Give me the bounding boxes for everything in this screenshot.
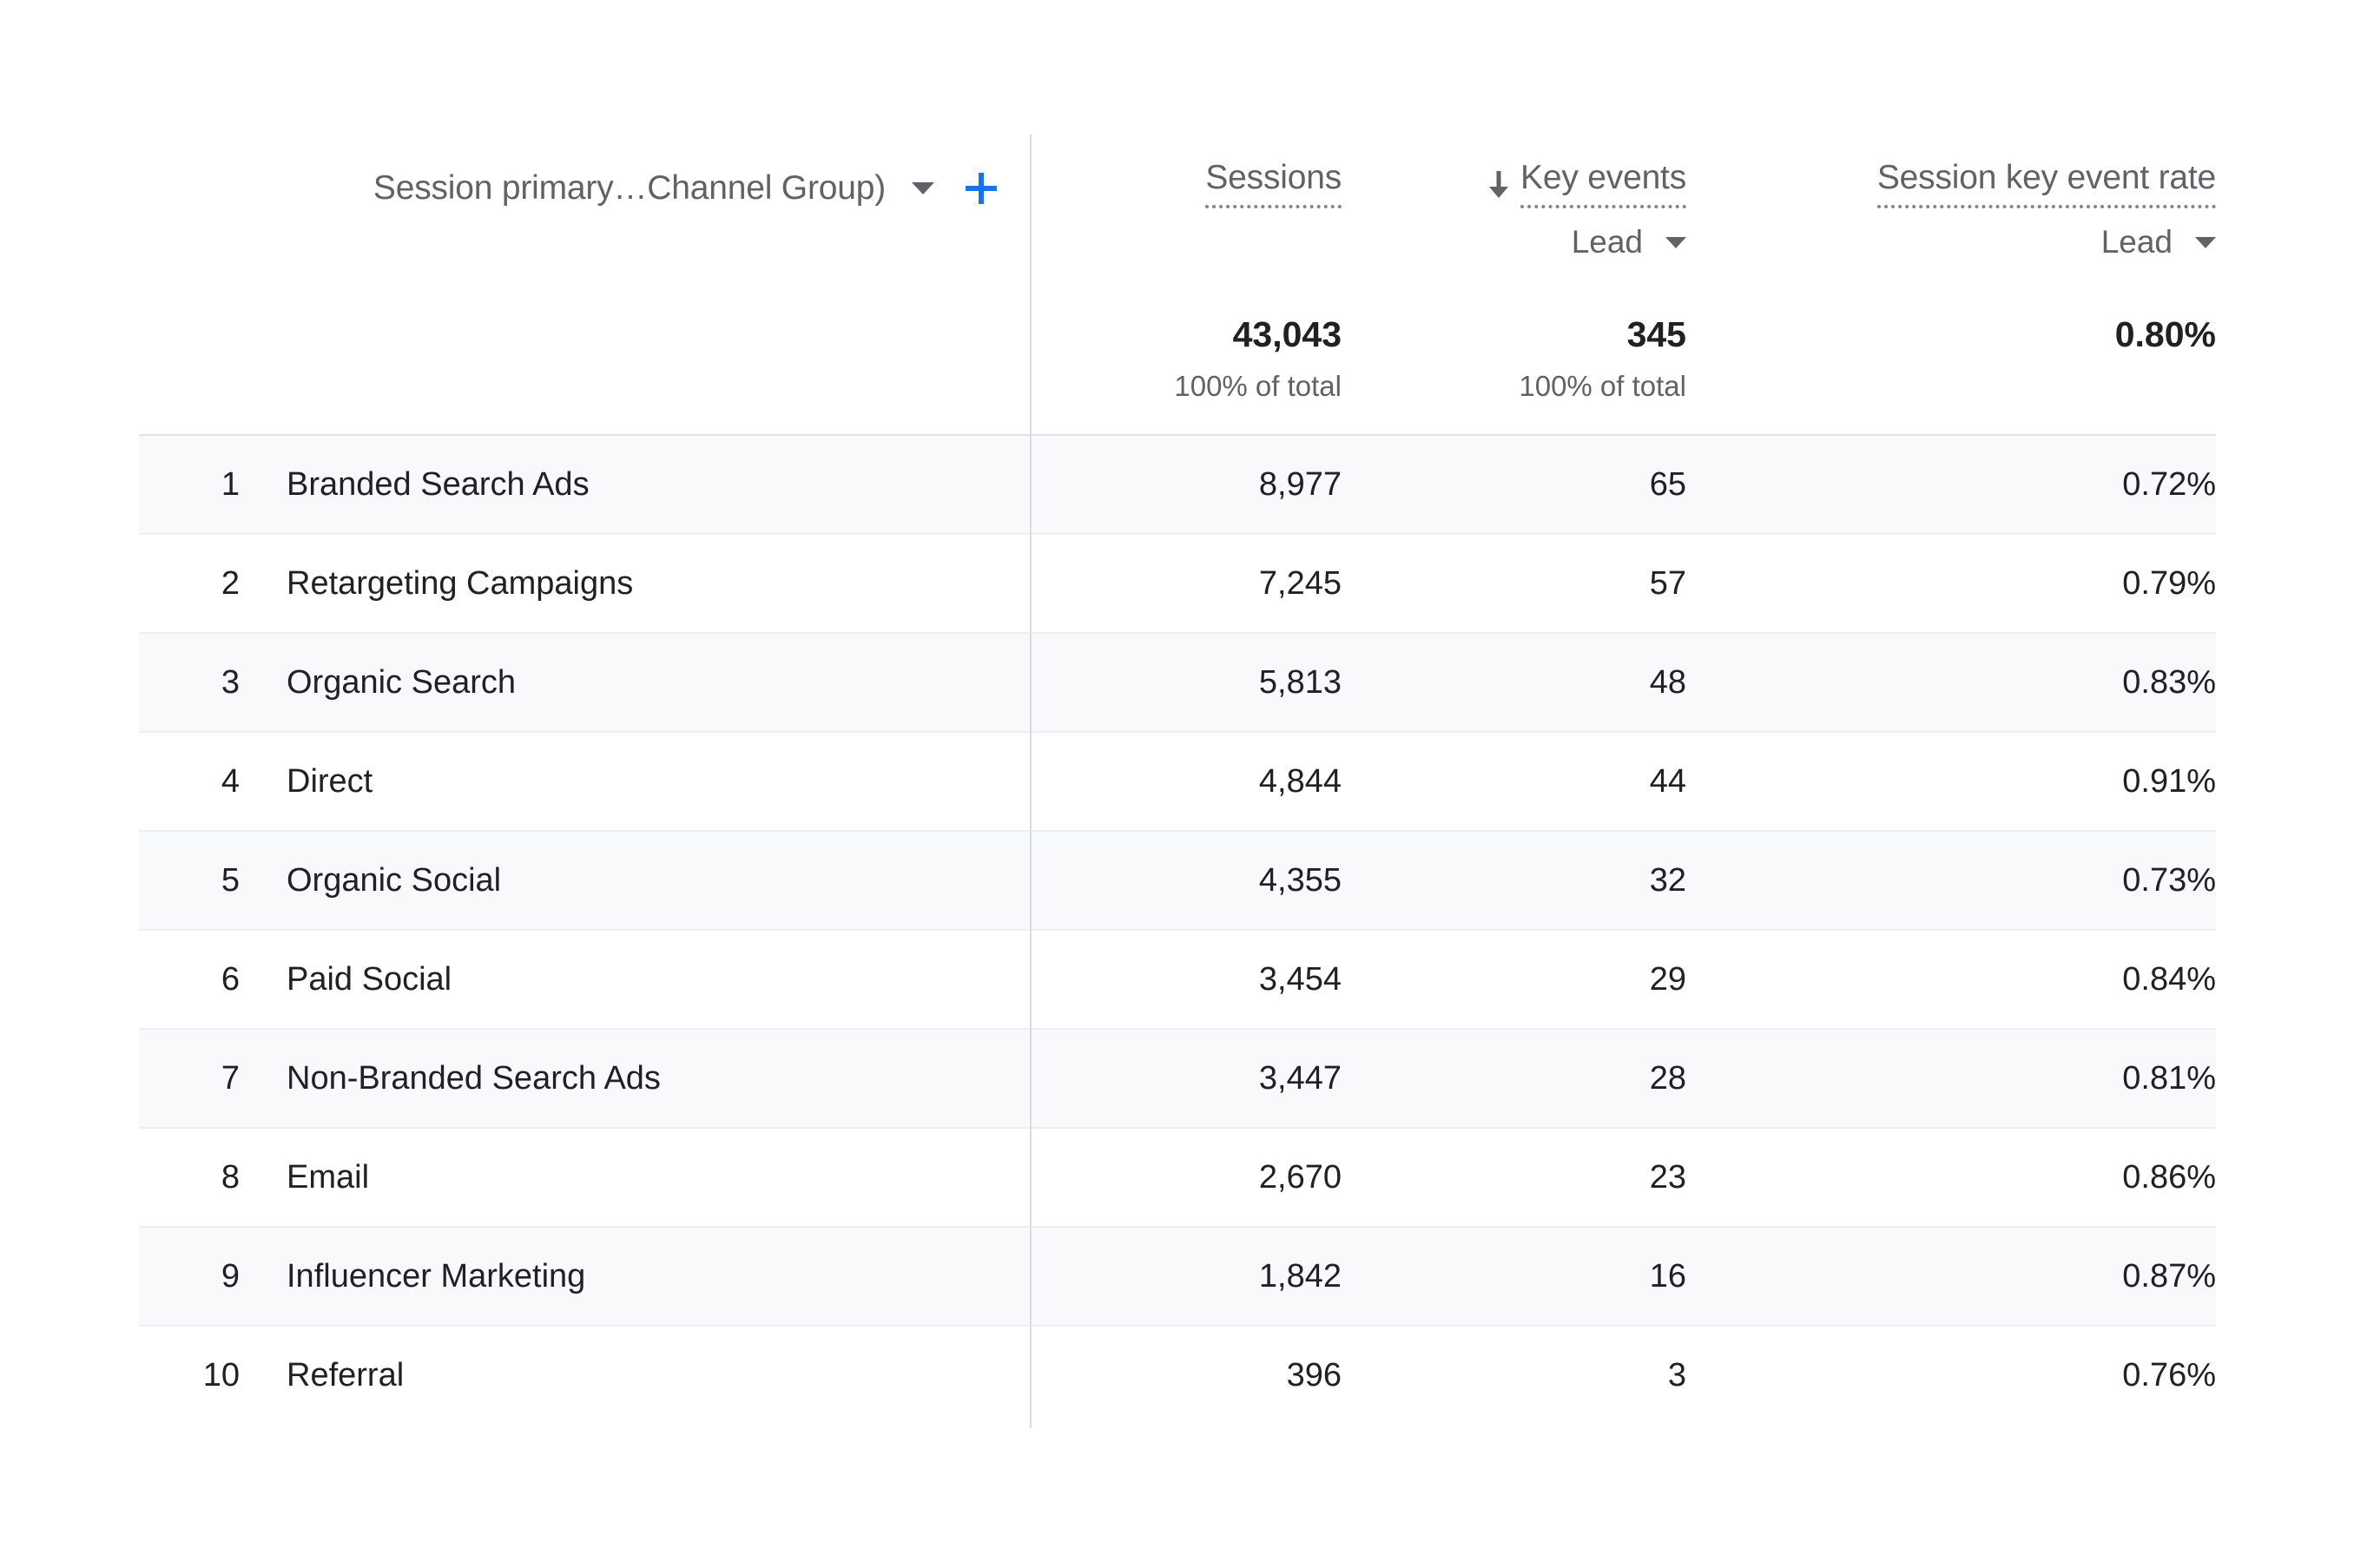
total-key-events: 345 100% of total: [1519, 308, 1686, 400]
total-key-events-value: 345: [1627, 308, 1686, 352]
row-key-events: 57: [1650, 535, 1686, 632]
column-header-session-key-event-rate-label: Session key event rate: [1877, 159, 2216, 208]
table-row[interactable]: 3 Organic Search 5,813 48 0.83%: [139, 634, 2216, 733]
column-header-session-key-event-rate[interactable]: Session key event rate Lead: [1877, 159, 2216, 272]
row-session-key-event-rate: 0.83%: [2122, 634, 2216, 731]
row-key-events: 44: [1650, 733, 1686, 830]
data-table: Session primary…Channel Group) Sessions …: [139, 135, 2216, 1424]
row-dimension[interactable]: Email: [287, 1129, 369, 1226]
arrow-down-icon[interactable]: [1487, 169, 1510, 199]
row-key-events: 32: [1650, 832, 1686, 929]
rate-event-selector[interactable]: Lead: [2101, 224, 2216, 260]
row-key-events: 28: [1650, 1030, 1686, 1127]
plus-icon[interactable]: [962, 169, 1000, 208]
column-header-sessions-label: Sessions: [1205, 159, 1342, 208]
row-rank: 3: [139, 634, 240, 731]
total-sessions-subtext: 100% of total: [1174, 372, 1342, 400]
table-row[interactable]: 4 Direct 4,844 44 0.91%: [139, 733, 2216, 832]
rate-event-selector-label: Lead: [2101, 224, 2173, 260]
column-header-key-events[interactable]: Key events Lead: [1487, 159, 1686, 272]
row-session-key-event-rate: 0.76%: [2122, 1327, 2216, 1424]
total-key-events-subtext: 100% of total: [1519, 372, 1686, 400]
row-rank: 9: [139, 1228, 240, 1325]
row-key-events: 23: [1650, 1129, 1686, 1226]
total-session-key-event-rate: 0.80%: [2115, 308, 2216, 372]
row-session-key-event-rate: 0.86%: [2122, 1129, 2216, 1226]
row-rank: 4: [139, 733, 240, 830]
row-dimension[interactable]: Retargeting Campaigns: [287, 535, 633, 632]
row-sessions: 3,447: [1259, 1030, 1342, 1127]
row-sessions: 2,670: [1259, 1129, 1342, 1226]
row-dimension[interactable]: Paid Social: [287, 931, 452, 1028]
table-row[interactable]: 7 Non-Branded Search Ads 3,447 28 0.81%: [139, 1030, 2216, 1129]
dimension-header[interactable]: Session primary…Channel Group): [139, 162, 1016, 214]
table-header: Session primary…Channel Group) Sessions …: [139, 135, 2216, 308]
row-key-events: 65: [1650, 436, 1686, 533]
table-row[interactable]: 5 Organic Social 4,355 32 0.73%: [139, 832, 2216, 931]
row-sessions: 1,842: [1259, 1228, 1342, 1325]
row-dimension[interactable]: Referral: [287, 1327, 404, 1424]
chevron-down-icon[interactable]: [912, 182, 934, 194]
row-session-key-event-rate: 0.87%: [2122, 1228, 2216, 1325]
row-rank: 5: [139, 832, 240, 929]
total-session-key-event-rate-value: 0.80%: [2115, 308, 2216, 352]
dimension-header-label: Session primary…Channel Group): [373, 169, 886, 208]
row-sessions: 8,977: [1259, 436, 1342, 533]
table-row[interactable]: 2 Retargeting Campaigns 7,245 57 0.79%: [139, 535, 2216, 634]
row-sessions: 4,355: [1259, 832, 1342, 929]
row-session-key-event-rate: 0.81%: [2122, 1030, 2216, 1127]
row-sessions: 4,844: [1259, 733, 1342, 830]
row-key-events: 29: [1650, 931, 1686, 1028]
row-sessions: 5,813: [1259, 634, 1342, 731]
row-session-key-event-rate: 0.91%: [2122, 733, 2216, 830]
row-key-events: 16: [1650, 1228, 1686, 1325]
table-row[interactable]: 6 Paid Social 3,454 29 0.84%: [139, 931, 2216, 1030]
row-key-events: 3: [1668, 1327, 1686, 1424]
table-row[interactable]: 1 Branded Search Ads 8,977 65 0.72%: [139, 436, 2216, 535]
row-rank: 8: [139, 1129, 240, 1226]
row-rank: 10: [139, 1327, 240, 1424]
row-dimension[interactable]: Non-Branded Search Ads: [287, 1030, 661, 1127]
total-sessions: 43,043 100% of total: [1174, 308, 1342, 400]
row-dimension[interactable]: Influencer Marketing: [287, 1228, 585, 1325]
column-header-key-events-title-row: Key events: [1487, 159, 1686, 208]
key-events-event-selector[interactable]: Lead: [1572, 224, 1686, 260]
row-dimension[interactable]: Branded Search Ads: [287, 436, 590, 533]
row-session-key-event-rate: 0.79%: [2122, 535, 2216, 632]
analytics-report-table: Session primary…Channel Group) Sessions …: [0, 0, 2354, 1568]
column-header-key-events-label: Key events: [1520, 159, 1686, 208]
table-body: 1 Branded Search Ads 8,977 65 0.72% 2 Re…: [139, 436, 2216, 1424]
column-header-sessions-title-row: Sessions: [1205, 159, 1342, 208]
key-events-event-selector-label: Lead: [1572, 224, 1643, 260]
table-row[interactable]: 8 Email 2,670 23 0.86%: [139, 1129, 2216, 1228]
row-sessions: 396: [1287, 1327, 1342, 1424]
row-dimension[interactable]: Organic Search: [287, 634, 516, 731]
row-session-key-event-rate: 0.72%: [2122, 436, 2216, 533]
row-key-events: 48: [1650, 634, 1686, 731]
row-rank: 2: [139, 535, 240, 632]
row-sessions: 7,245: [1259, 535, 1342, 632]
chevron-down-icon[interactable]: [1665, 237, 1686, 248]
table-row[interactable]: 9 Influencer Marketing 1,842 16 0.87%: [139, 1228, 2216, 1327]
row-session-key-event-rate: 0.73%: [2122, 832, 2216, 929]
chevron-down-icon[interactable]: [2195, 237, 2216, 248]
table-row[interactable]: 10 Referral 396 3 0.76%: [139, 1327, 2216, 1424]
row-rank: 1: [139, 436, 240, 533]
row-dimension[interactable]: Organic Social: [287, 832, 501, 929]
total-sessions-value: 43,043: [1233, 308, 1342, 352]
row-dimension[interactable]: Direct: [287, 733, 373, 830]
row-session-key-event-rate: 0.84%: [2122, 931, 2216, 1028]
column-header-sessions[interactable]: Sessions: [1205, 159, 1342, 272]
column-group-divider: [1030, 135, 1032, 1428]
row-sessions: 3,454: [1259, 931, 1342, 1028]
row-rank: 6: [139, 931, 240, 1028]
column-header-rate-title-row: Session key event rate: [1877, 159, 2216, 208]
totals-row: 43,043 100% of total 345 100% of total 0…: [139, 308, 2216, 436]
row-rank: 7: [139, 1030, 240, 1127]
